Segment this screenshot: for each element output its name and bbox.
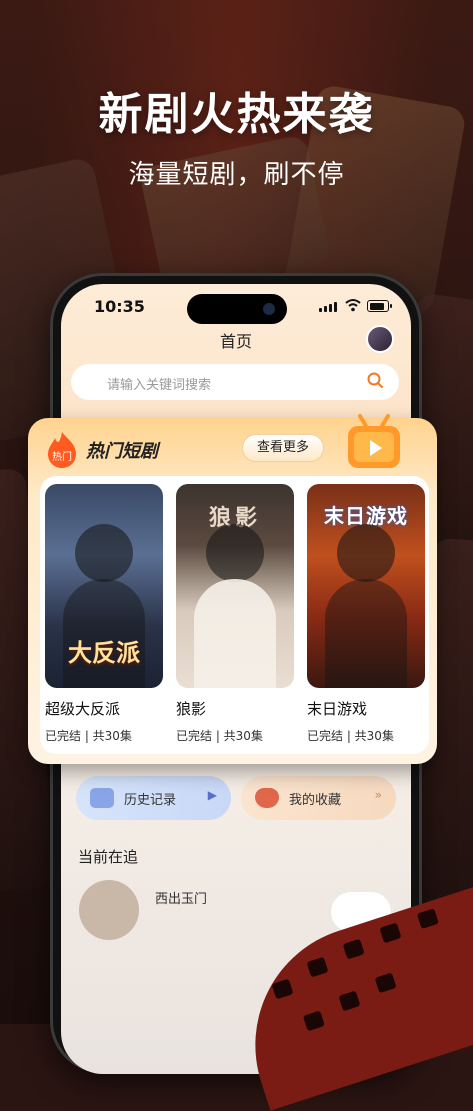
heart-icon <box>255 788 279 808</box>
double-chevron-right-icon: » <box>374 788 382 802</box>
favorites-label: 我的收藏 <box>289 793 342 808</box>
drama-item[interactable]: 狼影 狼影 已完结 | 共30集 <box>176 484 294 744</box>
history-label: 历史记录 <box>124 793 177 808</box>
drama-title: 超级大反派 <box>45 700 121 718</box>
now-watching-item-title: 西出玉门 <box>155 892 208 907</box>
poster-figure <box>206 524 264 582</box>
search-placeholder: 请输入关键词搜索 <box>107 378 212 393</box>
poster-figure-body <box>325 579 407 688</box>
poster-title-text: 大反派 <box>68 639 140 667</box>
hot-section-title: 热门短剧 <box>86 441 158 462</box>
avatar[interactable] <box>366 325 394 353</box>
tv-play-icon <box>348 414 400 468</box>
dynamic-island <box>187 294 287 324</box>
camera-icon <box>90 788 114 808</box>
drama-poster[interactable]: 末日游戏 <box>307 484 425 688</box>
history-button[interactable]: 历史记录 ▶ <box>76 776 231 820</box>
drama-poster[interactable]: 大反派 <box>45 484 163 688</box>
promo-headline: 新剧火热来袭 <box>98 89 375 140</box>
drama-item[interactable]: 末日游戏 末日游戏 已完结 | 共30集 <box>307 484 425 744</box>
page-title: 首页 <box>219 332 252 351</box>
chevron-right-icon: ▶ <box>207 788 217 802</box>
promo-subline: 海量短剧，刷不停 <box>128 160 345 190</box>
drama-poster[interactable]: 狼影 <box>176 484 294 688</box>
drama-status: 已完结 | 共30集 <box>176 729 263 743</box>
drama-title: 狼影 <box>176 700 207 718</box>
status-time: 10:35 <box>94 297 145 316</box>
poster-figure <box>75 524 133 582</box>
poster-figure-body <box>194 579 276 688</box>
drama-title: 末日游戏 <box>307 700 368 718</box>
battery-icon <box>367 300 392 312</box>
search-icon[interactable] <box>367 372 383 388</box>
svg-text:热门: 热门 <box>52 450 72 463</box>
now-watching-title: 当前在追 <box>78 848 139 866</box>
wifi-icon <box>345 299 361 312</box>
signal-icon <box>319 302 337 312</box>
view-more-button[interactable]: 查看更多 <box>242 434 324 462</box>
drama-status: 已完结 | 共30集 <box>307 729 394 743</box>
favorites-button[interactable]: 我的收藏 » <box>241 776 396 820</box>
poster-figure <box>337 524 395 582</box>
flame-icon: 热门 <box>48 432 76 468</box>
quick-links: 历史记录 ▶ 我的收藏 » <box>76 776 396 820</box>
hot-dramas-card: 热门 热门短剧 查看更多 大反派 超级大反派 已完结 | 共30集 狼影 狼影 … <box>28 414 437 764</box>
now-watching-thumbnail <box>79 880 139 940</box>
drama-status: 已完结 | 共30集 <box>45 729 132 743</box>
search-input[interactable]: 请输入关键词搜索 <box>71 364 399 400</box>
drama-item[interactable]: 大反派 超级大反派 已完结 | 共30集 <box>45 484 163 744</box>
status-bar: 10:35 <box>61 284 411 328</box>
